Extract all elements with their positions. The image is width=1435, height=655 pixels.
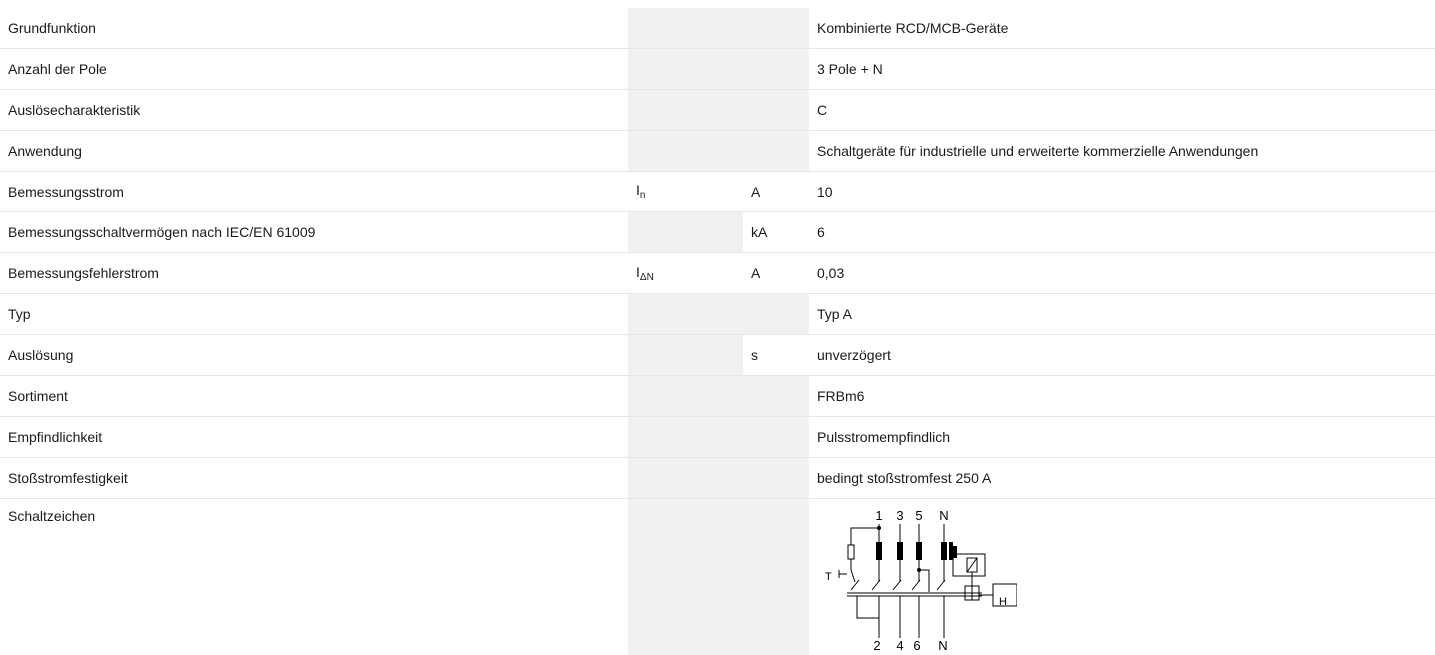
terminal-bottom-4: 4 <box>896 638 903 653</box>
spec-table: Grundfunktion Kombinierte RCD/MCB-Geräte A… <box>0 8 1435 655</box>
contact-blocks <box>876 525 957 572</box>
row-value: FRBm6 <box>809 375 1435 417</box>
row-value: Pulsstromempfindlich <box>809 416 1435 458</box>
row-label: Bemessungsstrom <box>0 171 628 213</box>
symbol-subscript: n <box>639 190 646 201</box>
terminal-top-5: 5 <box>915 508 922 523</box>
row-value: Kombinierte RCD/MCB-Geräte <box>809 8 1435 49</box>
row-symbol <box>628 89 743 131</box>
spec-row: Bemessungsschaltvermögen nach IEC/EN 610… <box>0 211 1435 254</box>
row-label: Auslösecharakteristik <box>0 89 628 131</box>
row-label: Empfindlichkeit <box>0 416 628 458</box>
row-value: unverzögert <box>809 334 1435 377</box>
row-label: Sortiment <box>0 375 628 417</box>
row-value: 6 <box>809 211 1435 254</box>
row-label: Typ <box>0 293 628 336</box>
spec-row: Grundfunktion Kombinierte RCD/MCB-Geräte <box>0 8 1435 49</box>
row-value: 10 <box>809 171 1435 213</box>
spec-row: Bemessungsfehlerstrom IΔN A 0,03 <box>0 252 1435 295</box>
terminal-bottom-2: 2 <box>873 638 880 653</box>
row-symbol: IΔN <box>628 252 743 295</box>
row-label: Stoßstromfestigkeit <box>0 457 628 499</box>
spec-row: Anzahl der Pole 3 Pole + N <box>0 48 1435 90</box>
row-symbol <box>628 375 743 417</box>
row-symbol <box>628 416 743 458</box>
row-symbol <box>628 48 743 90</box>
terminal-top-3: 3 <box>896 508 903 523</box>
spec-row: Typ Typ A <box>0 293 1435 336</box>
spec-row: Auslösung s unverzögert <box>0 334 1435 377</box>
row-unit: A <box>743 252 809 295</box>
symbol-subscript: ΔN <box>639 271 654 283</box>
row-label: Schaltzeichen <box>8 507 96 524</box>
row-unit <box>743 8 809 49</box>
row-unit: A <box>743 171 809 213</box>
row-symbol <box>628 334 743 377</box>
row-unit <box>743 416 809 458</box>
row-symbol <box>628 130 743 172</box>
row-symbol: In <box>628 171 743 213</box>
row-unit: kA <box>743 211 809 254</box>
spec-row: Bemessungsstrom In A 10 <box>0 171 1435 213</box>
row-value: 0,03 <box>809 252 1435 295</box>
row-unit <box>743 293 809 336</box>
row-label: Grundfunktion <box>0 8 628 49</box>
spec-row: Sortiment FRBm6 <box>0 375 1435 417</box>
terminal-bottom-6: 6 <box>913 638 920 653</box>
rcbo-circuit-diagram: 1 3 5 N 2 4 6 N T H <box>825 508 1017 653</box>
row-symbol <box>628 498 743 655</box>
row-label: Anwendung <box>0 130 628 172</box>
row-unit: s <box>743 334 809 377</box>
row-symbol <box>628 457 743 499</box>
spec-row: Anwendung Schaltgeräte für industrielle u… <box>0 130 1435 172</box>
circuit-lines <box>838 523 1017 638</box>
row-value: 1 3 5 N 2 4 6 N T H <box>809 498 1435 655</box>
row-label: Bemessungsschaltvermögen nach IEC/EN 610… <box>0 211 628 254</box>
row-symbol <box>628 293 743 336</box>
schematic-row: Schaltzeichen 1 3 5 N 2 4 6 N T H <box>0 498 1435 655</box>
terminal-top-1: 1 <box>875 508 882 523</box>
terminal-bottom-n: N <box>938 638 947 653</box>
row-value: Schaltgeräte für industrielle und erweit… <box>809 130 1435 172</box>
row-unit <box>743 457 809 499</box>
row-unit <box>743 48 809 90</box>
row-label: Auslösung <box>0 334 628 377</box>
row-unit <box>743 130 809 172</box>
row-value: C <box>809 89 1435 131</box>
test-button-label: T <box>825 571 832 583</box>
row-unit <box>743 498 809 655</box>
spec-row: Empfindlichkeit Pulsstromempfindlich <box>0 416 1435 458</box>
row-value: 3 Pole + N <box>809 48 1435 90</box>
row-unit <box>743 375 809 417</box>
terminal-top-n: N <box>939 508 948 523</box>
row-symbol <box>628 8 743 49</box>
spec-row: Stoßstromfestigkeit bedingt stoßstromfest… <box>0 457 1435 499</box>
row-label: Anzahl der Pole <box>0 48 628 90</box>
row-value: Typ A <box>809 293 1435 336</box>
row-unit <box>743 89 809 131</box>
row-value: bedingt stoßstromfest 250 A <box>809 457 1435 499</box>
row-label: Bemessungsfehlerstrom <box>0 252 628 295</box>
spec-row: Auslösecharakteristik C <box>0 89 1435 131</box>
row-symbol <box>628 211 743 254</box>
